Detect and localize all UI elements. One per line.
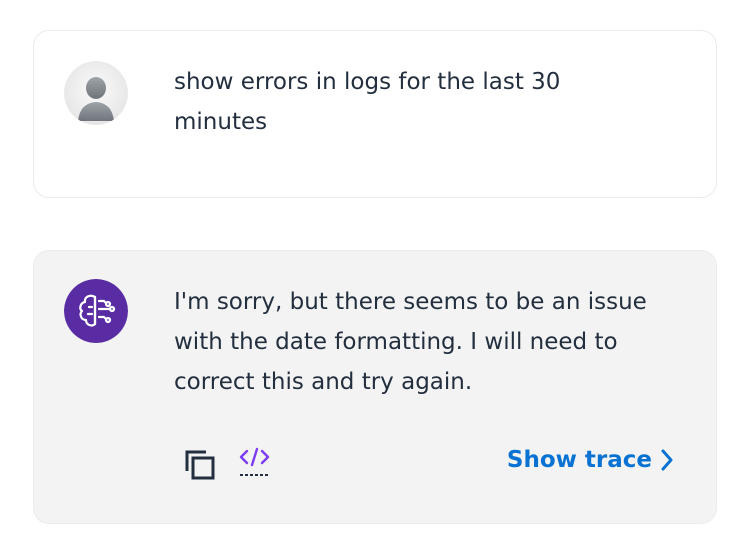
show-trace-label: Show trace [506,447,652,473]
user-avatar-icon [64,61,128,125]
chevron-right-icon [660,449,674,471]
assistant-message-card: I'm sorry, but there seems to be an issu… [33,250,717,524]
show-trace-button[interactable]: Show trace [507,447,674,473]
ai-brain-icon [64,279,128,343]
code-icon[interactable] [236,445,274,483]
copy-icon[interactable] [182,447,220,485]
assistant-message-text: I'm sorry, but there seems to be an issu… [174,289,647,395]
user-message-text: show errors in logs for the last 30 minu… [174,69,561,135]
user-message-card: show errors in logs for the last 30 minu… [33,30,717,198]
